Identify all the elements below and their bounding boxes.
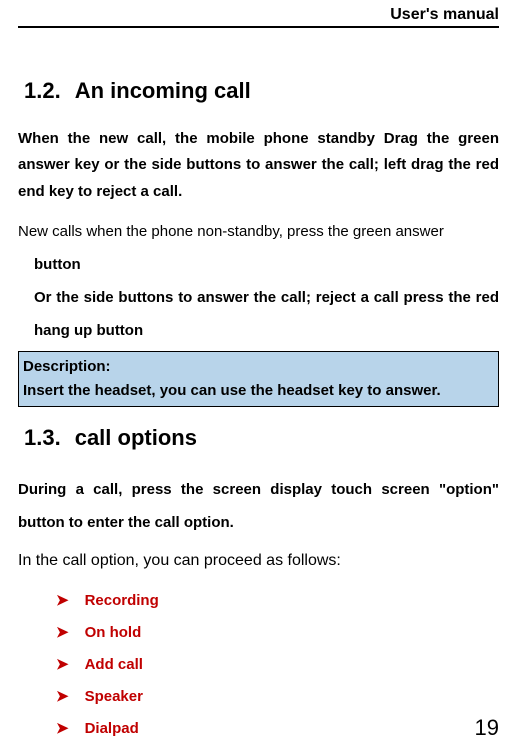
list-item-speaker: ➤ Speaker bbox=[18, 687, 499, 705]
description-text: Insert the headset, you can use the head… bbox=[23, 379, 494, 403]
paragraph-2-line1: New calls when the phone non-standby, pr… bbox=[18, 215, 499, 248]
paragraph-4: In the call option, you can proceed as f… bbox=[18, 545, 499, 577]
chevron-icon: ➤ bbox=[56, 623, 69, 641]
list-text: Speaker bbox=[85, 688, 143, 705]
paragraph-3: During a call, press the screen display … bbox=[18, 473, 499, 539]
chevron-icon: ➤ bbox=[56, 655, 69, 673]
section-1-2-num: 1.2. bbox=[24, 78, 61, 103]
section-1-3-num: 1.3. bbox=[24, 425, 61, 450]
description-title: Description: bbox=[23, 355, 494, 379]
section-1-2-heading: 1.2. An incoming call bbox=[18, 78, 499, 104]
chevron-icon: ➤ bbox=[56, 591, 69, 609]
list-text: Dialpad bbox=[85, 720, 139, 737]
page-number: 19 bbox=[475, 715, 499, 741]
list-item-dialpad: ➤ Dialpad bbox=[18, 719, 499, 737]
list-item-on-hold: ➤ On hold bbox=[18, 623, 499, 641]
chevron-icon: ➤ bbox=[56, 687, 69, 705]
list-text: On hold bbox=[85, 624, 142, 641]
list-text: Recording bbox=[85, 592, 159, 609]
section-1-3-title: call options bbox=[75, 425, 197, 450]
list-item-add-call: ➤ Add call bbox=[18, 655, 499, 673]
section-1-3-heading: 1.3. call options bbox=[18, 425, 499, 451]
paragraph-1: When the new call, the mobile phone stan… bbox=[18, 126, 499, 205]
list-item-recording: ➤ Recording bbox=[18, 591, 499, 609]
chevron-icon: ➤ bbox=[56, 719, 69, 737]
paragraph-2-bold1: button bbox=[18, 248, 499, 281]
page-header: User's manual bbox=[18, 6, 499, 28]
paragraph-2-bold2: Or the side buttons to answer the call; … bbox=[18, 281, 499, 347]
list-text: Add call bbox=[85, 656, 143, 673]
description-box: Description: Insert the headset, you can… bbox=[18, 351, 499, 407]
section-1-2-title: An incoming call bbox=[75, 78, 251, 103]
